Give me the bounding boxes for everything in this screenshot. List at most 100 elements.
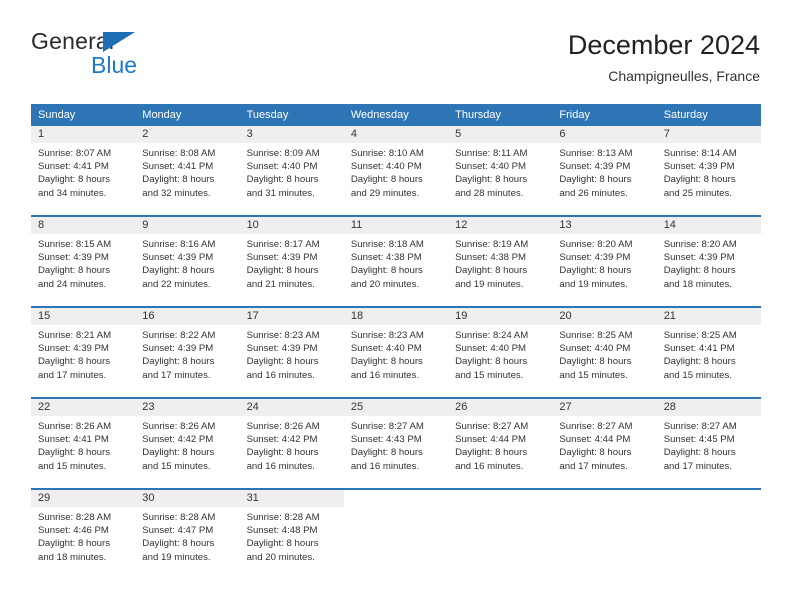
daylight-text-line1: Daylight: 8 hours [246, 447, 319, 459]
day-details: Sunrise: 8:27 AM Sunset: 4:43 PM Daylight:… [344, 416, 448, 473]
calendar-day-cell[interactable]: 16 Sunrise: 8:22 AM Sunset: 4:39 PM Dayligh… [135, 308, 240, 397]
calendar-day-cell[interactable]: 17 Sunrise: 8:23 AM Sunset: 4:39 PM Dayligh… [239, 308, 344, 397]
sunrise-text: Sunrise: 8:27 AM [559, 421, 633, 432]
daylight-text-line2: and 20 minutes. [246, 551, 315, 563]
day-details: Sunrise: 8:26 AM Sunset: 4:42 PM Daylight:… [135, 416, 239, 473]
calendar-day-cell[interactable]: 3 Sunrise: 8:09 AM Sunset: 4:40 PM Daylight… [239, 126, 344, 215]
sunset-text: Sunset: 4:39 PM [38, 252, 109, 264]
calendar-week-cells: 8 Sunrise: 8:15 AM Sunset: 4:39 PM Daylight… [31, 217, 761, 306]
day-number: 7 [656, 126, 761, 143]
calendar-day-cell[interactable]: 14 Sunrise: 8:20 AM Sunset: 4:39 PM Dayligh… [656, 217, 761, 306]
sunset-text: Sunset: 4:44 PM [559, 434, 631, 446]
sunrise-text: Sunrise: 8:20 AM [663, 239, 737, 250]
daylight-text-line1: Daylight: 8 hours [142, 174, 215, 186]
day-number: 3 [239, 126, 344, 143]
day-details: Sunrise: 8:10 AM Sunset: 4:40 PM Daylight:… [344, 143, 448, 200]
sunset-text: Sunset: 4:39 PM [246, 252, 318, 264]
sunrise-text: Sunrise: 8:28 AM [142, 512, 216, 523]
calendar-week-cells: 15 Sunrise: 8:21 AM Sunset: 4:39 PM Dayligh… [31, 308, 761, 397]
calendar-week-cells: 1 Sunrise: 8:07 AM Sunset: 4:41 PM Daylight… [31, 126, 761, 215]
sunset-text: Sunset: 4:41 PM [38, 434, 109, 446]
daylight-text-line2: and 32 minutes. [142, 187, 211, 199]
daylight-text-line1: Daylight: 8 hours [142, 447, 215, 459]
sunset-text: Sunset: 4:44 PM [455, 434, 527, 446]
calendar-day-cell[interactable]: 18 Sunrise: 8:23 AM Sunset: 4:40 PM Dayligh… [343, 308, 449, 397]
general-blue-logo[interactable]: General Blue [31, 28, 251, 90]
calendar-day-cell[interactable]: 21 Sunrise: 8:25 AM Sunset: 4:41 PM Dayligh… [656, 308, 761, 397]
daylight-text-line1: Daylight: 8 hours [350, 447, 423, 459]
daylight-text-line1: Daylight: 8 hours [38, 538, 110, 550]
daylight-text-line2: and 17 minutes. [663, 460, 732, 472]
calendar-day-cell[interactable]: 20 Sunrise: 8:25 AM Sunset: 4:40 PM Dayligh… [552, 308, 657, 397]
calendar-day-cell[interactable]: 9 Sunrise: 8:16 AM Sunset: 4:39 PM Daylight… [135, 217, 240, 306]
sunrise-text: Sunrise: 8:11 AM [455, 148, 528, 159]
calendar-day-cell[interactable]: 13 Sunrise: 8:20 AM Sunset: 4:39 PM Dayligh… [552, 217, 657, 306]
day-number: 21 [656, 308, 761, 325]
daylight-text-line1: Daylight: 8 hours [455, 265, 528, 277]
calendar-day-cell[interactable]: 23 Sunrise: 8:26 AM Sunset: 4:42 PM Dayligh… [135, 399, 240, 488]
sunset-text: Sunset: 4:38 PM [350, 252, 422, 264]
calendar-day-cell[interactable]: 22 Sunrise: 8:26 AM Sunset: 4:41 PM Dayligh… [31, 399, 136, 488]
daylight-text-line2: and 20 minutes. [350, 278, 420, 290]
calendar-day-cell-empty [656, 490, 761, 579]
sunset-text: Sunset: 4:41 PM [663, 343, 735, 355]
daylight-text-line2: and 15 minutes. [559, 369, 628, 381]
calendar-day-cell[interactable]: 1 Sunrise: 8:07 AM Sunset: 4:41 PM Daylight… [31, 126, 136, 215]
day-number: 10 [239, 217, 344, 234]
sunset-text: Sunset: 4:40 PM [246, 161, 318, 173]
sunset-text: Sunset: 4:39 PM [663, 252, 735, 264]
sunrise-text: Sunrise: 8:13 AM [559, 148, 633, 159]
calendar-day-cell[interactable]: 10 Sunrise: 8:17 AM Sunset: 4:39 PM Dayligh… [239, 217, 344, 306]
calendar-day-cell[interactable]: 7 Sunrise: 8:14 AM Sunset: 4:39 PM Daylight… [656, 126, 761, 215]
daylight-text-line2: and 16 minutes. [350, 460, 420, 472]
calendar-day-cell[interactable]: 28 Sunrise: 8:27 AM Sunset: 4:45 PM Dayligh… [656, 399, 761, 488]
day-details: Sunrise: 8:08 AM Sunset: 4:41 PM Daylight:… [135, 143, 239, 200]
day-number: 11 [343, 217, 449, 234]
calendar-week-row: 15 Sunrise: 8:21 AM Sunset: 4:39 PM Dayligh… [31, 306, 761, 397]
blue-triangle-icon [103, 32, 135, 52]
sunset-text: Sunset: 4:40 PM [350, 161, 422, 173]
daylight-text-line2: and 16 minutes. [246, 460, 315, 472]
calendar-day-cell-empty [343, 490, 449, 579]
daylight-text-line2: and 19 minutes. [559, 278, 628, 290]
sunrise-text: Sunrise: 8:28 AM [246, 512, 320, 523]
calendar-day-cell[interactable]: 8 Sunrise: 8:15 AM Sunset: 4:39 PM Daylight… [31, 217, 136, 306]
day-number [552, 490, 657, 507]
sunset-text: Sunset: 4:40 PM [559, 343, 631, 355]
calendar-day-cell[interactable]: 31 Sunrise: 8:28 AM Sunset: 4:48 PM Dayligh… [239, 490, 344, 579]
sunrise-text: Sunrise: 8:09 AM [246, 148, 320, 159]
day-number: 4 [343, 126, 449, 143]
calendar-day-cell[interactable]: 29 Sunrise: 8:28 AM Sunset: 4:46 PM Dayligh… [31, 490, 136, 579]
page-title: December 2024 [567, 30, 760, 60]
calendar-day-cell[interactable]: 11 Sunrise: 8:18 AM Sunset: 4:38 PM Dayligh… [343, 217, 449, 306]
day-number: 12 [448, 217, 553, 234]
sunrise-text: Sunrise: 8:21 AM [38, 330, 112, 341]
calendar-day-cell[interactable]: 4 Sunrise: 8:10 AM Sunset: 4:40 PM Daylight… [343, 126, 449, 215]
daylight-text-line1: Daylight: 8 hours [455, 174, 528, 186]
calendar-day-cell[interactable]: 25 Sunrise: 8:27 AM Sunset: 4:43 PM Dayligh… [343, 399, 449, 488]
calendar-day-cell[interactable]: 19 Sunrise: 8:24 AM Sunset: 4:40 PM Dayligh… [448, 308, 553, 397]
day-number: 23 [135, 399, 240, 416]
sunset-text: Sunset: 4:45 PM [663, 434, 735, 446]
calendar-day-cell[interactable]: 2 Sunrise: 8:08 AM Sunset: 4:41 PM Daylight… [135, 126, 240, 215]
calendar-day-cell[interactable]: 12 Sunrise: 8:19 AM Sunset: 4:38 PM Dayligh… [448, 217, 553, 306]
daylight-text-line1: Daylight: 8 hours [559, 356, 632, 368]
calendar-day-cell[interactable]: 30 Sunrise: 8:28 AM Sunset: 4:47 PM Dayligh… [135, 490, 240, 579]
calendar-day-cell[interactable]: 6 Sunrise: 8:13 AM Sunset: 4:39 PM Daylight… [552, 126, 657, 215]
calendar-day-cell[interactable]: 5 Sunrise: 8:11 AM Sunset: 4:40 PM Daylight… [448, 126, 553, 215]
day-number: 9 [135, 217, 240, 234]
logo-secondary-text: Blue [91, 52, 138, 78]
sunrise-text: Sunrise: 8:15 AM [38, 239, 112, 250]
day-details: Sunrise: 8:27 AM Sunset: 4:44 PM Daylight:… [448, 416, 552, 473]
day-details: Sunrise: 8:19 AM Sunset: 4:38 PM Daylight:… [448, 234, 552, 291]
daylight-text-line1: Daylight: 8 hours [455, 356, 528, 368]
calendar-day-cell[interactable]: 24 Sunrise: 8:26 AM Sunset: 4:42 PM Dayligh… [239, 399, 344, 488]
daylight-text-line2: and 15 minutes. [663, 369, 732, 381]
sunset-text: Sunset: 4:40 PM [455, 161, 527, 173]
sunset-text: Sunset: 4:41 PM [142, 161, 214, 173]
calendar-day-cell[interactable]: 26 Sunrise: 8:27 AM Sunset: 4:44 PM Dayligh… [448, 399, 553, 488]
calendar-day-cell[interactable]: 27 Sunrise: 8:27 AM Sunset: 4:44 PM Dayligh… [552, 399, 657, 488]
daylight-text-line2: and 31 minutes. [246, 187, 315, 199]
sunrise-text: Sunrise: 8:24 AM [455, 330, 529, 341]
calendar-day-cell[interactable]: 15 Sunrise: 8:21 AM Sunset: 4:39 PM Dayligh… [31, 308, 136, 397]
